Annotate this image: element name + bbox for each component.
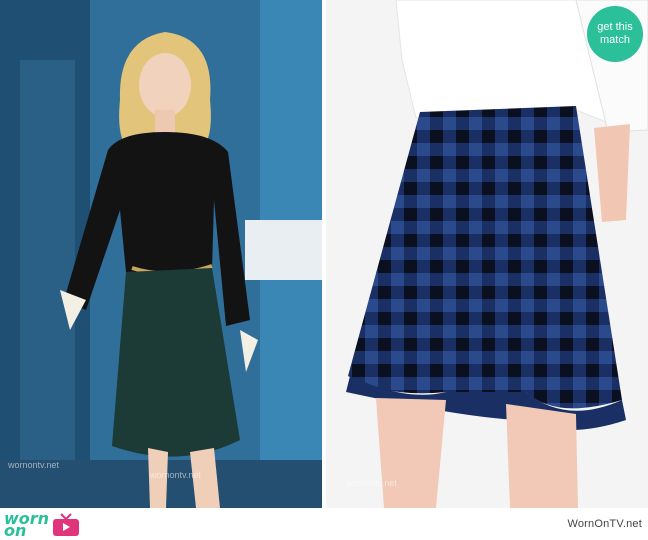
scene-illustration — [0, 0, 322, 508]
product-photo: wornontv.net — [326, 0, 648, 508]
logo-wordmark: worn on — [4, 509, 50, 540]
get-this-match-badge[interactable]: get this match — [587, 6, 643, 62]
badge-line2: match — [600, 34, 630, 46]
watermark-text: wornontv.net — [150, 470, 201, 480]
watermark-text: wornontv.net — [8, 460, 59, 470]
plaid-skirt-illustration — [326, 0, 648, 508]
site-logo[interactable]: worn on — [4, 511, 81, 539]
scene-photo: wornontv.net wornontv.net — [0, 0, 322, 508]
footer-bar: worn on WornOnTV.net — [0, 508, 648, 540]
tv-icon — [53, 513, 80, 536]
badge-line1: get this — [597, 21, 633, 33]
watermark-text: wornontv.net — [346, 478, 397, 488]
site-credit[interactable]: WornOnTV.net — [567, 518, 642, 530]
